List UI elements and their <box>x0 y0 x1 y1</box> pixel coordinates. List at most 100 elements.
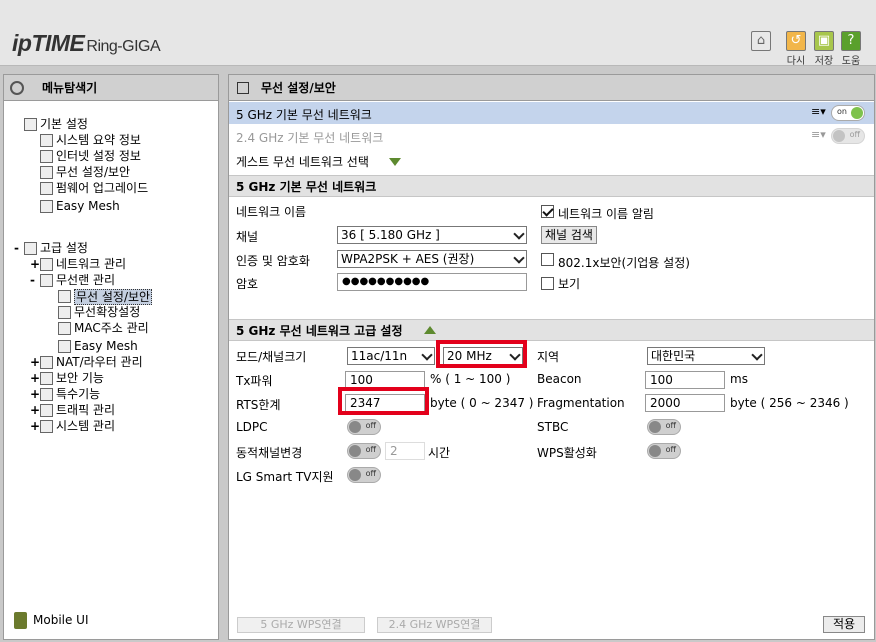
router-icon <box>40 356 53 369</box>
filter-icon[interactable]: ≡▾ <box>811 105 826 118</box>
region-label: 지역 <box>537 350 560 364</box>
mobile-ui-link[interactable]: Mobile UI <box>14 612 89 629</box>
show-password-label: 보기 <box>558 277 581 291</box>
filter-icon[interactable]: ≡▾ <box>811 128 826 141</box>
top-header: ipTIME Ring-GIGA ⌂ ↺ 다시 ▣ 저장 ? 도움 <box>0 0 876 67</box>
network-24ghz-label: 2.4 GHz 기본 무선 네트워크 <box>236 131 384 145</box>
channel-search-button[interactable]: 채널 검색 <box>541 226 597 244</box>
wps-toggle[interactable]: off <box>647 443 681 459</box>
basic-section-header: 5 GHz 기본 무선 네트워크 <box>229 175 874 197</box>
chart-icon <box>40 134 53 147</box>
expand-icon[interactable]: + <box>30 371 40 385</box>
show-password-checkbox[interactable] <box>541 277 554 290</box>
wifi-icon <box>40 166 53 179</box>
expand-icon[interactable]: + <box>30 387 40 401</box>
dynamic-channel-toggle[interactable]: off <box>347 443 381 459</box>
wps24-connect-button[interactable]: 2.4 GHz WPS연결 <box>377 617 492 633</box>
mobile-icon <box>14 612 27 629</box>
save-button[interactable]: ▣ <box>814 31 834 51</box>
wps5-connect-button[interactable]: 5 GHz WPS연결 <box>237 617 365 633</box>
refresh-button[interactable]: ↺ <box>786 31 806 51</box>
ldpc-label: LDPC <box>236 420 268 434</box>
rts-label: RTS한계 <box>236 398 281 412</box>
frag-range: byte ( 256 ~ 2346 ) <box>730 396 849 410</box>
auth-label: 인증 및 암호화 <box>236 254 310 268</box>
expand-icon[interactable]: + <box>30 355 40 369</box>
beacon-label: Beacon <box>537 372 582 386</box>
menu-explorer-title: 메뉴탐색기 <box>42 81 98 95</box>
beacon-field[interactable]: 100 <box>645 371 725 389</box>
expand-down-icon[interactable] <box>389 158 401 166</box>
network-icon <box>40 258 53 271</box>
dynamic-channel-unit: 시간 <box>428 446 451 460</box>
network-name-label: 네트워크 이름 <box>236 205 307 219</box>
page-icon <box>58 290 71 303</box>
upgrade-icon <box>40 182 53 195</box>
iptime-logo: ipTIME Ring-GIGA <box>12 30 161 56</box>
password-label: 암호 <box>236 277 259 291</box>
folder-icon <box>24 242 37 255</box>
highlight-box-width <box>436 340 527 368</box>
stbc-toggle[interactable]: off <box>647 419 681 435</box>
traffic-icon <box>40 404 53 417</box>
channel-select[interactable]: 36 [ 5.180 GHz ] <box>337 226 527 244</box>
stbc-label: STBC <box>537 420 569 434</box>
mesh-icon <box>40 200 53 213</box>
page-icon <box>58 340 71 353</box>
lg-smart-tv-label: LG Smart TV지원 <box>236 470 334 484</box>
lg-smart-tv-toggle[interactable]: off <box>347 467 381 483</box>
region-select[interactable]: 대한민국 <box>647 347 765 365</box>
apply-button[interactable]: 적용 <box>823 616 865 633</box>
network-name-field[interactable] <box>337 201 527 219</box>
help-label: 도움 <box>841 56 861 67</box>
chart-icon <box>40 420 53 433</box>
network-5ghz-label: 5 GHz 기본 무선 네트워크 <box>236 108 372 122</box>
frag-label: Fragmentation <box>537 396 625 410</box>
beacon-unit: ms <box>730 372 748 386</box>
password-field[interactable]: ●●●●●●●●●● <box>337 273 527 291</box>
toggle-5ghz[interactable]: on <box>831 105 865 121</box>
dynamic-channel-label: 동적채널변경 <box>236 446 303 460</box>
home-icon[interactable]: ⌂ <box>751 31 771 51</box>
8021x-checkbox[interactable] <box>541 253 554 266</box>
wps-enable-label: WPS활성화 <box>537 446 597 460</box>
special-icon <box>40 388 53 401</box>
page-title: 무선 설정/보안 <box>229 75 874 101</box>
page-icon <box>58 322 71 335</box>
broadcast-ssid-checkbox[interactable] <box>541 205 554 218</box>
txpower-label: Tx파워 <box>236 374 273 388</box>
page-icon <box>58 306 71 319</box>
collapse-icon[interactable]: - <box>14 241 19 255</box>
frag-field[interactable]: 2000 <box>645 394 725 412</box>
collapse-icon[interactable]: - <box>30 273 35 287</box>
main-panel: 무선 설정/보안 5 GHz 기본 무선 네트워크 ≡▾ on 2.4 GHz … <box>228 74 875 640</box>
monitor-icon <box>40 150 53 163</box>
guest-network-label: 게스트 무선 네트워크 선택 <box>236 155 369 169</box>
rts-range: byte ( 0 ~ 2347 ) <box>430 396 534 410</box>
expand-icon[interactable]: + <box>30 257 40 271</box>
menu-explorer-header: 메뉴탐색기 <box>4 75 218 101</box>
toggle-24ghz[interactable]: off <box>831 128 865 144</box>
page-icon <box>237 82 249 94</box>
8021x-label: 802.1x보안(기업용 설정) <box>558 256 690 270</box>
menu-explorer: 메뉴탐색기 기본 설정 시스템 요약 정보 인터넷 설정 정보 무선 설정/보안… <box>3 74 219 640</box>
network-row-5ghz[interactable]: 5 GHz 기본 무선 네트워크 ≡▾ on <box>229 102 874 124</box>
help-button[interactable]: ? <box>841 31 861 51</box>
expand-icon[interactable]: + <box>30 403 40 417</box>
mode-label: 모드/채널크기 <box>236 350 307 364</box>
expand-icon[interactable]: + <box>30 419 40 433</box>
mode-select[interactable]: 11ac/11n <box>347 347 435 365</box>
network-row-24ghz[interactable]: 2.4 GHz 기본 무선 네트워크 ≡▾ off <box>229 125 874 147</box>
lock-icon <box>40 372 53 385</box>
save-label: 저장 <box>814 56 834 67</box>
txpower-range: % ( 1 ~ 100 ) <box>430 372 511 386</box>
auth-select[interactable]: WPA2PSK + AES (권장) <box>337 250 527 268</box>
collapse-up-icon[interactable] <box>424 326 436 334</box>
channel-label: 채널 <box>236 230 259 244</box>
folder-icon <box>24 118 37 131</box>
dynamic-channel-hours-field[interactable]: 2 <box>385 442 425 460</box>
guest-network-row[interactable]: 게스트 무선 네트워크 선택 <box>229 149 874 171</box>
mobile-ui-label: Mobile UI <box>33 613 89 627</box>
ldpc-toggle[interactable]: off <box>347 419 381 435</box>
highlight-box-rts <box>338 387 429 415</box>
